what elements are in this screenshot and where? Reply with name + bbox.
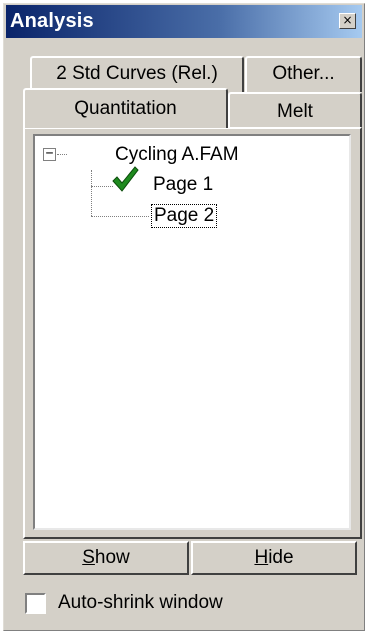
tab-2-std-curves[interactable]: 2 Std Curves (Rel.) [30,56,244,92]
title-bar[interactable]: Analysis × [6,5,362,38]
tree-connector [91,216,149,217]
window-title: Analysis [10,10,94,32]
tab-label: Melt [277,101,313,122]
tab-label: Other... [272,63,335,84]
check-icon [112,166,139,192]
show-accelerator: S [82,547,95,568]
tree-connector [57,154,67,155]
collapse-toggle[interactable]: − [43,146,56,161]
auto-shrink-checkbox[interactable] [25,593,46,614]
tab-label: 2 Std Curves (Rel.) [56,63,218,84]
tree-connector [91,186,113,187]
tab-quantitation[interactable]: Quantitation [23,88,228,128]
tab-other[interactable]: Other... [245,56,362,92]
hide-accelerator: H [254,547,269,568]
tree-node-page-2[interactable]: Page 2 [151,204,218,228]
show-label: how [94,547,130,568]
tree-node-cycling-a-fam[interactable]: Cycling A.FAM [115,144,239,166]
hide-button[interactable]: Hide [191,541,357,575]
tab-melt[interactable]: Melt [228,92,362,128]
minus-icon: − [45,146,54,161]
tree-node-page-1[interactable]: Page 1 [153,174,213,196]
close-button[interactable]: × [339,13,356,29]
show-button[interactable]: Show [23,541,189,575]
hide-label: ide [268,547,294,568]
auto-shrink-label[interactable]: Auto-shrink window [58,592,223,614]
close-icon: × [342,13,353,27]
tab-label: Quantitation [74,98,177,119]
tree-view[interactable]: − Cycling A.FAM Page 1 Page 2 [33,134,351,530]
tree-connector [91,170,92,216]
